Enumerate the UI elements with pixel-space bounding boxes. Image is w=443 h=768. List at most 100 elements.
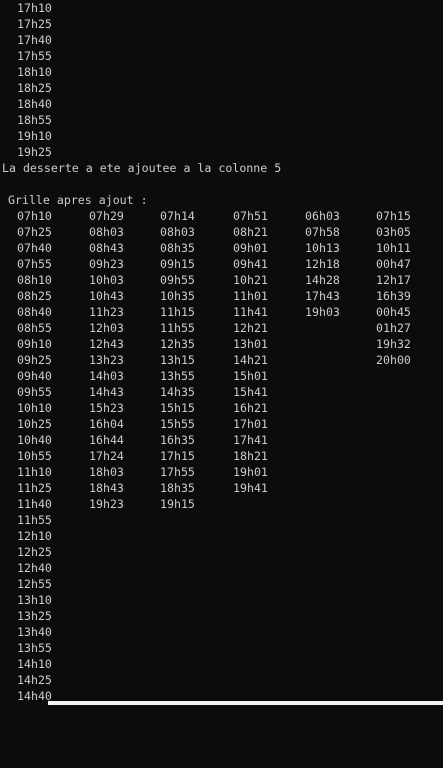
grid-cell: 13h55 xyxy=(17,641,52,655)
grid-cell: 10h40 xyxy=(17,433,52,447)
grid-cell: 11h23 xyxy=(89,305,124,319)
grid-cell: 08h21 xyxy=(233,225,268,239)
grid-cell: 14h21 xyxy=(233,353,268,367)
grid-cell: 13h10 xyxy=(17,593,52,607)
grid-cell: 12h03 xyxy=(89,321,124,335)
grid-cell: 15h55 xyxy=(160,417,195,431)
grid-cell: 10h11 xyxy=(376,241,411,255)
grid-cell: 08h03 xyxy=(89,225,124,239)
grid-cell: 10h10 xyxy=(17,401,52,415)
grid-cell: 16h04 xyxy=(89,417,124,431)
grid-cell: 08h10 xyxy=(17,273,52,287)
grid-cell: 10h55 xyxy=(17,449,52,463)
grid-cell: 09h55 xyxy=(160,273,195,287)
grid-cell: 00h47 xyxy=(376,257,411,271)
grid-cell: 11h01 xyxy=(233,289,268,303)
previous-output: 17h10 17h25 17h40 17h55 18h10 18h25 18h4… xyxy=(0,0,443,160)
console-window: 17h10 17h25 17h40 17h55 18h10 18h25 18h4… xyxy=(0,0,443,705)
grid-cell: 13h23 xyxy=(89,353,124,367)
output-line: 18h55 xyxy=(17,113,52,127)
status-message: La desserte a ete ajoutee a la colonne 5 xyxy=(2,161,282,175)
grid-cell: 18h03 xyxy=(89,465,124,479)
grid-cell: 13h55 xyxy=(160,369,195,383)
grid-cell: 09h55 xyxy=(17,385,52,399)
grid-cell: 11h41 xyxy=(233,305,268,319)
grid-cell: 14h03 xyxy=(89,369,124,383)
output-line: 17h25 xyxy=(17,17,52,31)
grid-column-3: 07h14 08h03 08h35 09h15 09h55 10h35 11h15 11h55… xyxy=(160,208,195,512)
grid-cell: 12h17 xyxy=(376,273,411,287)
grid-cell: 06h03 xyxy=(305,209,340,223)
output-line: 18h40 xyxy=(17,97,52,111)
output-line: 18h10 xyxy=(17,65,52,79)
grid-cell: 10h13 xyxy=(305,241,340,255)
grid-cell: 19h03 xyxy=(305,305,340,319)
grid-column-6: 07h15 03h05 10h11 00h47 12h17 16h39 00h45 01h27… xyxy=(376,208,411,368)
grid-cell: 10h03 xyxy=(89,273,124,287)
horizontal-scrollbar[interactable] xyxy=(48,701,443,705)
grid-cell: 12h55 xyxy=(17,577,52,591)
grid-cell: 09h10 xyxy=(17,337,52,351)
output-line: 19h25 xyxy=(17,145,52,159)
grid-cell: 00h45 xyxy=(376,305,411,319)
grid-cell: 12h21 xyxy=(233,321,268,335)
grid-cell: 17h43 xyxy=(305,289,340,303)
grid-cell: 09h01 xyxy=(233,241,268,255)
grid-cell: 07h40 xyxy=(17,241,52,255)
grid-cell: 12h40 xyxy=(17,561,52,575)
grid-cell: 13h25 xyxy=(17,609,52,623)
grid-cell: 15h41 xyxy=(233,385,268,399)
grid-cell: 14h10 xyxy=(17,657,52,671)
grid-cell: 20h00 xyxy=(376,353,411,367)
grid-cell: 09h41 xyxy=(233,257,268,271)
grid-cell: 10h35 xyxy=(160,289,195,303)
output-line: 17h10 xyxy=(17,1,52,15)
grid-cell: 08h43 xyxy=(89,241,124,255)
grid-cell: 14h43 xyxy=(89,385,124,399)
grid-cell: 07h55 xyxy=(17,257,52,271)
grid-cell: 19h01 xyxy=(233,465,268,479)
grid-column-4: 07h51 08h21 09h01 09h41 10h21 11h01 11h41 12h21… xyxy=(233,208,268,496)
grid-cell: 11h10 xyxy=(17,465,52,479)
grid-cell: 14h25 xyxy=(17,673,52,687)
grid-cell: 12h25 xyxy=(17,545,52,559)
output-line: 17h40 xyxy=(17,33,52,47)
grid-cell: 18h43 xyxy=(89,481,124,495)
output-line: 17h55 xyxy=(17,49,52,63)
grid-column-1: 07h10 07h25 07h40 07h55 08h10 08h25 08h40 08h55… xyxy=(17,208,52,704)
grid-cell: 09h40 xyxy=(17,369,52,383)
grid-cell: 07h58 xyxy=(305,225,340,239)
grid-cell: 08h55 xyxy=(17,321,52,335)
grid-cell: 10h25 xyxy=(17,417,52,431)
grid-cell: 08h35 xyxy=(160,241,195,255)
grid-cell: 19h15 xyxy=(160,497,195,511)
grid-cell: 15h01 xyxy=(233,369,268,383)
grid-cell: 07h25 xyxy=(17,225,52,239)
grid-cell: 17h41 xyxy=(233,433,268,447)
schedule-grid: 07h10 07h25 07h40 07h55 08h10 08h25 08h40 08h55… xyxy=(0,208,443,768)
grid-cell: 12h35 xyxy=(160,337,195,351)
grid-cell: 14h35 xyxy=(160,385,195,399)
grid-cell: 19h23 xyxy=(89,497,124,511)
grid-cell: 18h21 xyxy=(233,449,268,463)
grid-cell: 07h15 xyxy=(376,209,411,223)
grid-cell: 17h01 xyxy=(233,417,268,431)
grid-cell: 09h15 xyxy=(160,257,195,271)
grid-cell: 08h03 xyxy=(160,225,195,239)
grid-cell: 16h21 xyxy=(233,401,268,415)
grid-cell: 17h55 xyxy=(160,465,195,479)
output-line: 18h25 xyxy=(17,81,52,95)
grid-cell: 01h27 xyxy=(376,321,411,335)
grid-cell: 07h29 xyxy=(89,209,124,223)
grid-cell: 18h35 xyxy=(160,481,195,495)
grid-cell: 17h15 xyxy=(160,449,195,463)
grid-cell: 12h10 xyxy=(17,529,52,543)
grid-column-2: 07h29 08h03 08h43 09h23 10h03 10h43 11h23 12h03… xyxy=(89,208,124,512)
grid-column-5: 06h03 07h58 10h13 12h18 14h28 17h43 19h03 xyxy=(305,208,340,320)
grid-cell: 10h21 xyxy=(233,273,268,287)
grid-cell: 11h25 xyxy=(17,481,52,495)
grid-cell: 08h40 xyxy=(17,305,52,319)
grid-cell: 12h18 xyxy=(305,257,340,271)
grid-cell: 11h15 xyxy=(160,305,195,319)
output-line: 19h10 xyxy=(17,129,52,143)
